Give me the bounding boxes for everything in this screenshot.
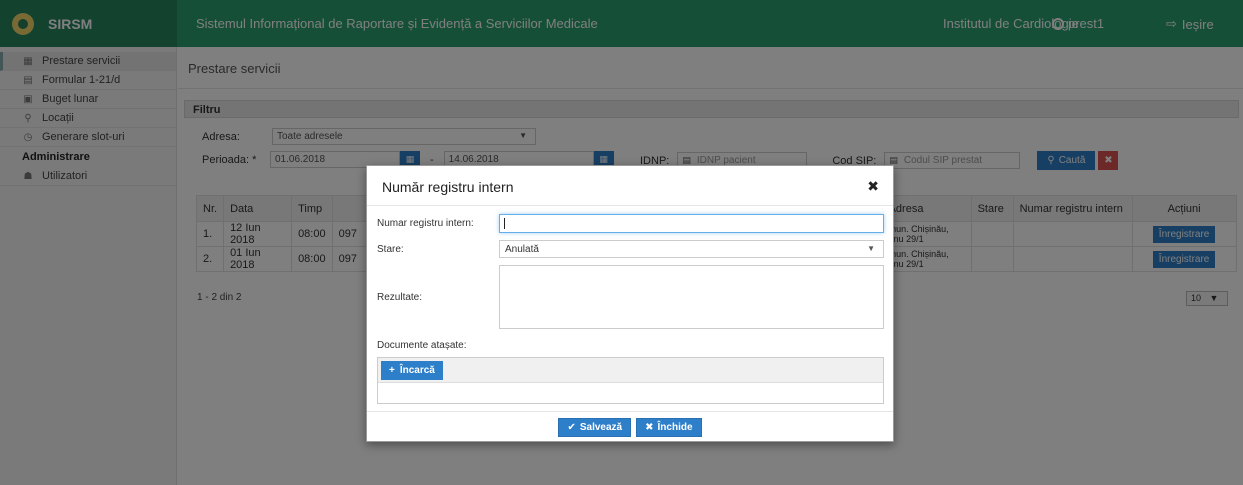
reg-number-input[interactable]	[499, 214, 884, 233]
close-icon[interactable]: ✖	[867, 178, 879, 195]
upload-toolbar: + Încarcă	[378, 358, 883, 383]
results-textarea[interactable]	[499, 265, 884, 329]
documents-label: Documente atașate:	[377, 340, 467, 351]
upload-button[interactable]: + Încarcă	[381, 361, 443, 380]
modal-header: Număr registru intern ✖	[367, 166, 893, 206]
close-icon: ✖	[645, 421, 654, 433]
text-caret	[504, 218, 505, 229]
modal-footer: ✔ Salvează ✖ Închide	[367, 411, 893, 442]
state-value: Anulată	[505, 244, 539, 255]
results-label: Rezultate:	[377, 292, 423, 303]
close-label: Închide	[657, 421, 693, 433]
reg-number-label: Numar registru intern:	[377, 218, 474, 229]
chevron-down-icon: ▼	[867, 244, 875, 253]
state-label: Stare:	[377, 244, 404, 255]
check-icon: ✔	[567, 421, 576, 433]
plus-icon: +	[389, 365, 395, 376]
modal-title: Număr registru intern	[382, 179, 514, 195]
documents-upload-area: + Încarcă	[377, 357, 884, 404]
reg-number-modal: Număr registru intern ✖ Numar registru i…	[366, 165, 894, 442]
state-select[interactable]: Anulată ▼	[499, 240, 884, 258]
upload-label: Încarcă	[399, 365, 435, 376]
save-label: Salvează	[579, 421, 623, 433]
close-button[interactable]: ✖ Închide	[636, 417, 702, 437]
save-button[interactable]: ✔ Salvează	[558, 417, 632, 437]
